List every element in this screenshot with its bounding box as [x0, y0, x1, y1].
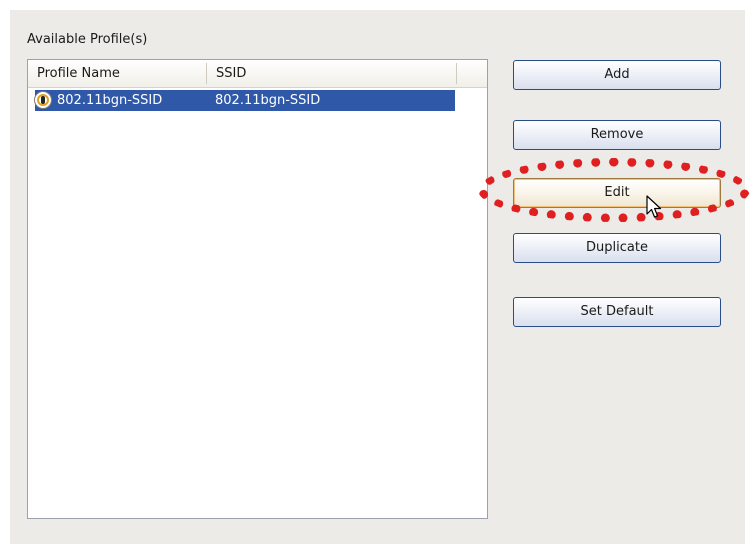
- column-separator[interactable]: [206, 63, 207, 84]
- profile-name-cell: 802.11bgn-SSID: [57, 93, 163, 108]
- column-header-ssid[interactable]: SSID: [216, 65, 246, 83]
- list-header: Profile Name SSID: [28, 60, 487, 88]
- remove-button[interactable]: Remove: [513, 120, 721, 150]
- column-separator[interactable]: [456, 63, 457, 84]
- ssid-cell: 802.11bgn-SSID: [215, 93, 321, 108]
- add-button[interactable]: Add: [513, 60, 721, 90]
- column-header-profile-name[interactable]: Profile Name: [37, 65, 120, 83]
- available-profiles-label: Available Profile(s): [27, 32, 148, 47]
- edit-button[interactable]: Edit: [513, 178, 721, 208]
- profile-icon: [34, 91, 52, 109]
- profile-list[interactable]: Profile Name SSID 802.11bgn-SSID 802.11b…: [27, 59, 488, 519]
- duplicate-button[interactable]: Duplicate: [513, 233, 721, 263]
- set-default-button[interactable]: Set Default: [513, 297, 721, 327]
- list-item[interactable]: 802.11bgn-SSID 802.11bgn-SSID: [34, 90, 455, 111]
